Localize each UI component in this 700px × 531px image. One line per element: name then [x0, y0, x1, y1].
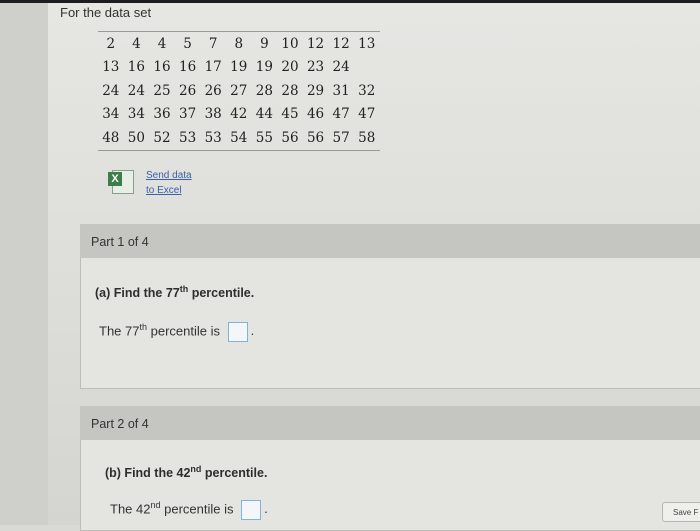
data-value: 29 [306, 82, 325, 99]
part1-header-label: Part 1 of 4 [91, 235, 149, 249]
data-value: 5 [183, 35, 192, 52]
data-value: 58 [358, 129, 376, 146]
data-value: 27 [230, 82, 248, 99]
send-to-excel-line1[interactable]: Send data [146, 168, 192, 183]
data-row: 2 4 4 5 7 8 9 10 12 12 13 [98, 32, 380, 56]
data-row: 13 16 16 16 17 19 19 20 23 24 [98, 56, 380, 80]
data-value: 55 [255, 129, 273, 146]
data-value: 24 [127, 82, 145, 99]
data-value: 48 [102, 129, 120, 146]
data-value: 19 [230, 59, 248, 76]
data-value: 17 [204, 59, 222, 76]
data-value: 34 [127, 106, 145, 123]
part2-answer-line: The 42nd percentile is . [110, 500, 268, 520]
data-set-table: 2 4 4 5 7 8 9 10 12 12 13 13 16 16 16 17 19 19 20 23 24 24 24 2… [98, 31, 380, 151]
data-value: 16 [153, 59, 171, 76]
data-value: 31 [332, 82, 350, 99]
save-button[interactable]: Save F [662, 502, 700, 522]
part2-question: (b) Find the 42nd percentile. [105, 464, 268, 481]
data-value: 53 [178, 129, 197, 146]
data-row: 24 24 25 26 26 27 28 28 29 31 32 [98, 79, 380, 103]
left-gutter [0, 3, 48, 525]
data-value: 4 [157, 35, 167, 52]
data-row: 48 50 52 53 53 54 55 56 56 57 58 [98, 126, 380, 150]
data-value: 12 [332, 35, 350, 52]
data-value: 26 [178, 82, 197, 99]
data-value: 24 [102, 82, 120, 99]
data-value: 13 [102, 59, 120, 76]
send-to-excel-line2[interactable]: to Excel [146, 183, 192, 198]
data-value: 16 [178, 59, 197, 76]
data-value: 2 [106, 35, 116, 52]
data-value: 20 [281, 59, 299, 76]
data-value: 56 [281, 129, 299, 146]
data-value: 7 [208, 35, 218, 52]
data-value: 16 [127, 59, 145, 76]
part2-header: Part 2 of 4 [80, 406, 700, 440]
data-value: 4 [132, 35, 141, 52]
send-to-excel-link[interactable]: Send data to Excel [146, 168, 192, 198]
data-value: 23 [306, 59, 325, 76]
part2-answer-input[interactable] [241, 500, 262, 520]
part1-header: Part 1 of 4 [80, 224, 700, 258]
data-value: 46 [306, 106, 325, 123]
data-value: 13 [358, 35, 376, 52]
data-value: 9 [260, 35, 269, 52]
data-value: 37 [178, 106, 197, 123]
part1-answer-input[interactable] [227, 322, 248, 342]
data-value: 25 [153, 82, 171, 99]
data-row: 34 34 36 37 38 42 44 45 46 47 47 [98, 103, 380, 127]
data-value: 26 [204, 82, 222, 99]
data-value: 56 [306, 129, 325, 146]
data-value: 52 [153, 129, 171, 146]
data-value: 10 [281, 35, 299, 52]
part2-header-label: Part 2 of 4 [91, 417, 149, 431]
data-value: 32 [358, 82, 376, 99]
data-value: 34 [102, 106, 120, 123]
data-value: 47 [358, 106, 376, 123]
excel-icon[interactable]: X [108, 168, 134, 194]
part1-answer-line: The 77th percentile is . [99, 322, 254, 342]
data-value: 53 [204, 129, 222, 146]
data-value: 28 [255, 82, 273, 99]
data-value: 50 [127, 129, 145, 146]
data-value: 47 [332, 106, 350, 123]
data-value: 42 [230, 106, 248, 123]
data-value: 12 [306, 35, 325, 52]
data-value: 54 [230, 129, 248, 146]
intro-text: For the data set [60, 5, 152, 20]
data-value: 24 [332, 59, 350, 76]
part1-question: (a) Find the 77th percentile. [95, 284, 255, 301]
data-value: 44 [255, 106, 273, 123]
send-to-excel[interactable]: X Send data to Excel [108, 168, 192, 198]
data-value: 38 [204, 106, 222, 123]
data-value: 36 [153, 106, 171, 123]
data-value: 19 [255, 59, 273, 76]
data-value: 28 [281, 82, 299, 99]
data-value: 57 [332, 129, 350, 146]
data-value: 8 [234, 35, 244, 52]
data-value: 45 [281, 106, 299, 123]
